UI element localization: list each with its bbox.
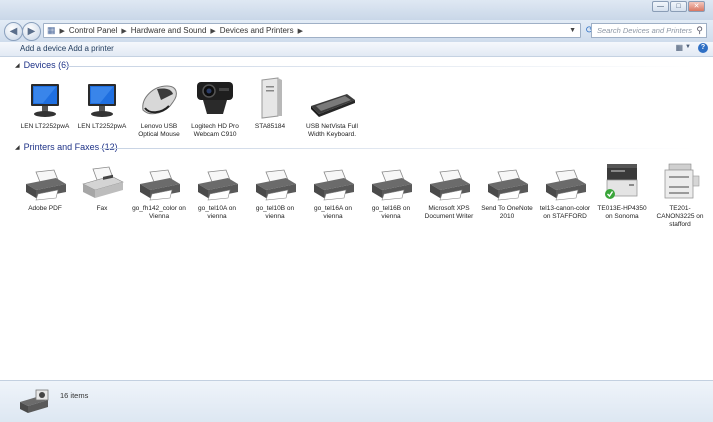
printer-label: tel13-canon-color on STAFFORD [539,205,591,220]
breadcrumb-devices-and-printers[interactable]: Devices and Printers [220,26,294,35]
breadcrumb-separator[interactable]: ▶ [60,27,65,35]
monitor-icon [31,84,59,117]
window-controls: — □ ✕ [652,1,705,12]
printer-label: go_tel10B on vienna [255,205,295,220]
breadcrumb-separator[interactable]: ▶ [121,27,126,35]
address-dropdown-icon[interactable]: ▼ [569,24,576,37]
printer-item[interactable]: Send To OneNote 2010 [478,168,536,221]
device-item[interactable]: LEN LT2252pwA [16,82,74,131]
webcam-icon [197,82,233,114]
breadcrumb-separator[interactable]: ▶ [210,27,215,35]
device-label: Logitech HD Pro Webcam C910 [191,123,239,138]
device-label: Lenovo USB Optical Mouse [138,123,180,138]
search-placeholder: Search Devices and Printers [597,26,693,35]
device-label: STA85184 [254,123,286,130]
printer-icon [256,169,296,201]
printer-item[interactable]: Fax [73,166,131,213]
breadcrumb-hardware-and-sound[interactable]: Hardware and Sound [131,26,207,35]
collapse-arrow-icon[interactable]: ◢ [15,144,20,151]
printer-item[interactable]: go_fh142_color on Vienna [130,168,188,221]
device-item[interactable]: Logitech HD Pro Webcam C910 [186,78,244,139]
printer-label: go_tel16A on vienna [314,205,352,220]
printers-group-header[interactable]: ◢ Printers and Faxes (12) [15,142,118,152]
close-button[interactable]: ✕ [688,1,705,12]
printer-label: Send To OneNote 2010 [481,205,533,220]
printer-item[interactable]: Microsoft XPS Document Writer [420,168,478,221]
device-item[interactable]: LEN LT2252pwA [73,82,131,131]
breadcrumb-separator[interactable]: ▶ [298,27,303,35]
printer-icon [430,169,470,201]
printer-item[interactable]: TE013E-HP4350 on Sonoma [593,160,651,221]
item-count: 16 items [60,391,89,400]
address-row: ◀ ▶ ▦ ▶ Control Panel ▶ Hardware and Sou… [0,20,713,43]
printer-label: Fax [96,205,108,212]
mouse-icon [142,85,177,115]
devices-group-header[interactable]: ◢ Devices (6) [15,60,69,70]
device-label: LEN LT2252pwA [20,123,70,130]
view-dropdown-icon[interactable]: ▼ [685,44,691,50]
status-bar: 16 items [0,380,713,422]
printer-label: go_tel16B on vienna [371,205,411,220]
printer-item[interactable]: TE201-CANON3225 on stafford [651,160,709,229]
monitor-icon [88,84,116,117]
title-bar: — □ ✕ [0,0,713,20]
breadcrumb-control-panel[interactable]: Control Panel [69,26,117,35]
group-divider [100,148,695,149]
printer-label: TE013E-HP4350 on Sonoma [597,205,647,220]
printer-icon [26,169,66,201]
printer-item[interactable]: go_tel10B on vienna [246,168,304,221]
keyboard-icon [311,94,355,117]
printer-icon [546,169,586,201]
add-printer-button[interactable]: Add a printer [68,44,114,53]
printer-item[interactable]: tel13-canon-color on STAFFORD [536,168,594,221]
printer-item[interactable]: go_tel10A on vienna [188,168,246,221]
fax-icon [82,166,124,198]
group-divider [65,66,695,67]
search-icon[interactable]: ⚲ [696,24,703,37]
forward-arrow-icon[interactable]: ▶ [22,22,41,41]
device-item[interactable]: USB NetVista Full Width Keyboard. [303,82,361,139]
printer-icon [372,169,412,201]
printer-item[interactable]: go_tel16B on vienna [362,168,420,221]
maximize-button[interactable]: □ [670,1,687,12]
printer-label: Adobe PDF [28,205,62,212]
printers-group-title: Printers and Faxes (12) [23,142,118,152]
printer-icon [488,169,528,201]
printer-label: go_tel10A on vienna [198,205,236,220]
device-item[interactable]: STA85184 [241,76,299,131]
laser-printer-icon [605,164,638,199]
address-bar[interactable]: ▦ ▶ Control Panel ▶ Hardware and Sound ▶… [43,23,581,38]
printer-icon [140,169,180,201]
add-device-button[interactable]: Add a device [20,44,66,53]
back-arrow-icon[interactable]: ◀ [4,22,23,41]
printer-label: go_fh142_color on Vienna [132,205,186,220]
copier-icon [664,163,700,199]
printer-label: Microsoft XPS Document Writer [424,205,474,220]
command-bar: Add a device Add a printer ▦ ▼ ? [0,42,713,57]
printer-icon [198,169,238,201]
collapse-arrow-icon[interactable]: ◢ [15,62,20,69]
printer-icon [314,169,354,201]
minimize-button[interactable]: — [652,1,669,12]
help-icon[interactable]: ? [698,43,708,53]
computer-tower-icon [261,77,282,119]
device-label: LEN LT2252pwA [77,123,127,130]
change-view-icon[interactable]: ▦ [675,43,683,52]
search-input[interactable]: Search Devices and Printers ⚲ [591,23,707,38]
printer-item[interactable]: go_tel16A on vienna [304,168,362,221]
devices-printers-icon [20,389,49,413]
printer-label: TE201-CANON3225 on stafford [656,205,704,228]
printer-item[interactable]: Adobe PDF [16,168,74,213]
device-item[interactable]: Lenovo USB Optical Mouse [130,80,188,139]
device-label: USB NetVista Full Width Keyboard. [306,123,358,138]
devices-group-title: Devices (6) [23,60,70,70]
control-panel-icon: ▦ [47,25,56,35]
